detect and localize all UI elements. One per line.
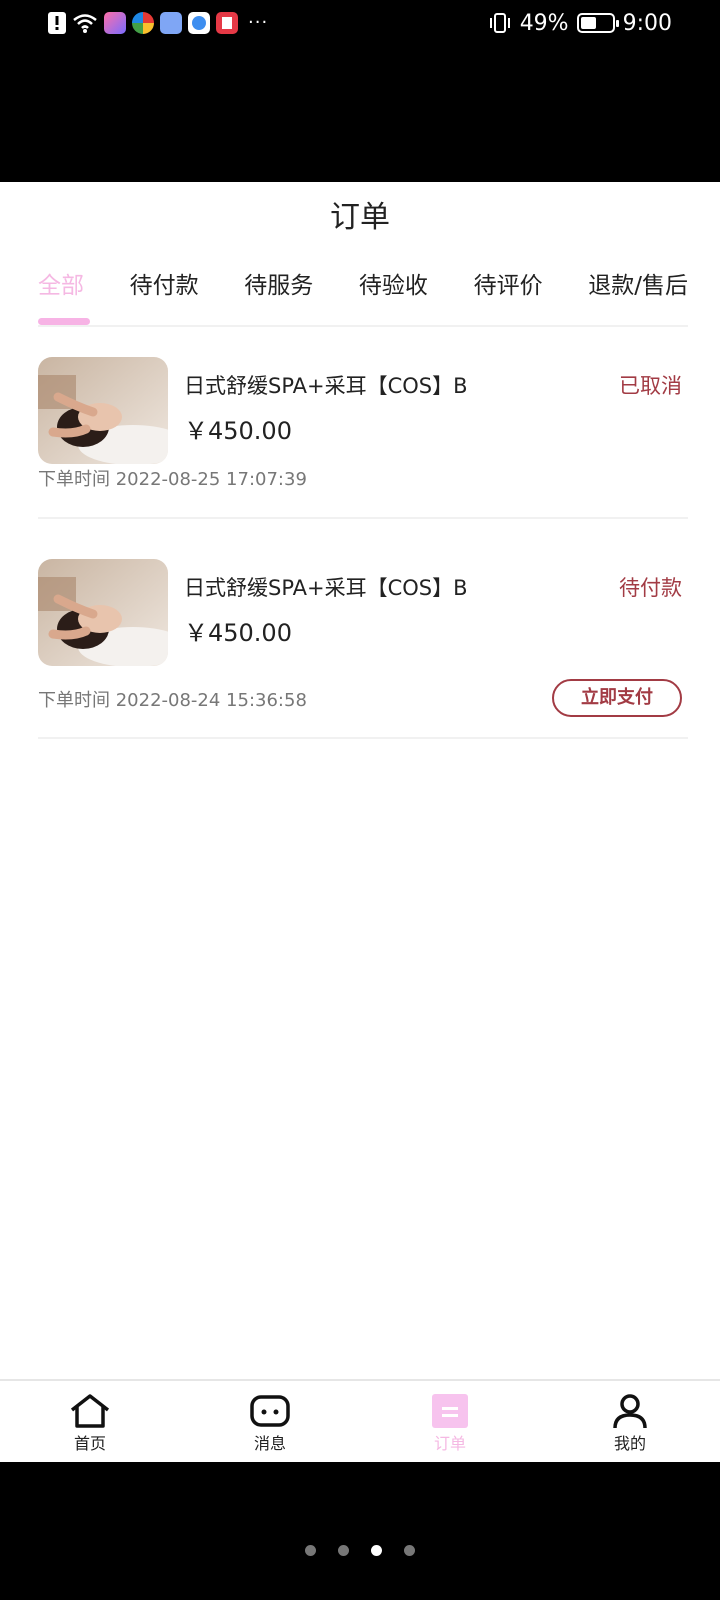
page-dot[interactable] [338, 1545, 349, 1556]
tab-refund-aftersales[interactable]: 退款/售后 [588, 266, 688, 306]
nav-profile-label: 我的 [613, 1434, 646, 1453]
battery-icon [576, 13, 619, 33]
bottom-nav: 首页 消息 订单 我的 [0, 1379, 720, 1462]
tabs-divider [38, 325, 688, 327]
message-icon [248, 1393, 292, 1429]
nav-home-label: 首页 [73, 1434, 106, 1453]
alert-icon [48, 12, 66, 34]
more-notifications: ··· [248, 12, 269, 33]
pay-now-button[interactable]: 立即支付 [552, 679, 682, 717]
app-icon-3 [160, 12, 182, 34]
nav-orders[interactable]: 订单 [360, 1381, 540, 1462]
order-service-name: 日式舒缓SPA+采耳【COS】B [184, 576, 468, 600]
tab-pending-review[interactable]: 待评价 [474, 266, 543, 306]
orders-screen: 订单 全部 待付款 待服务 待验收 待评价 退款/售后 日式舒缓SPA+采耳【C… [0, 182, 720, 1462]
nav-home[interactable]: 首页 [0, 1381, 180, 1462]
nav-orders-label: 订单 [433, 1434, 466, 1453]
order-status: 已取消 [619, 374, 682, 398]
nav-messages-label: 消息 [253, 1434, 286, 1453]
battery-percent: 49% [519, 10, 569, 36]
battery-fill [580, 17, 596, 29]
page-dot[interactable] [305, 1545, 316, 1556]
order-service-name: 日式舒缓SPA+采耳【COS】B [184, 374, 468, 398]
orders-icon [428, 1393, 472, 1429]
clock: 9:00 [622, 10, 672, 36]
order-price: ￥450.00 [184, 417, 292, 445]
tab-pending-payment[interactable]: 待付款 [130, 266, 199, 306]
page-indicator [0, 1545, 720, 1559]
order-thumbnail [38, 357, 168, 464]
order-status: 待付款 [619, 576, 682, 600]
order-divider [38, 517, 688, 519]
nav-messages[interactable]: 消息 [180, 1381, 360, 1462]
status-bar: ··· 49% 9:00 [0, 0, 720, 46]
app-icon-2 [132, 12, 154, 34]
app-icon-5 [216, 12, 238, 34]
system-status: 49% 9:00 [488, 9, 672, 37]
notification-icons: ··· [48, 10, 268, 36]
app-icon-4 [188, 12, 210, 34]
order-card[interactable]: 日式舒缓SPA+采耳【COS】B 已取消 ￥450.00 下单时间 2022-0… [38, 357, 688, 525]
order-card[interactable]: 日式舒缓SPA+采耳【COS】B 待付款 ￥450.00 立即支付 下单时间 2… [38, 559, 688, 749]
order-price: ￥450.00 [184, 619, 292, 647]
page-dot[interactable] [404, 1545, 415, 1556]
order-time: 下单时间 2022-08-25 17:07:39 [38, 469, 307, 490]
order-tabs: 全部 待付款 待服务 待验收 待评价 退款/售后 [38, 266, 688, 306]
tab-pending-service[interactable]: 待服务 [244, 266, 313, 306]
vibrate-icon [488, 12, 512, 34]
wifi-icon [72, 12, 98, 34]
app-icon-1 [104, 12, 126, 34]
active-tab-indicator [38, 318, 90, 325]
profile-icon [608, 1393, 652, 1429]
nav-profile[interactable]: 我的 [540, 1381, 720, 1462]
tab-all[interactable]: 全部 [38, 266, 84, 306]
home-icon [68, 1393, 112, 1429]
order-divider [38, 737, 688, 739]
order-thumbnail [38, 559, 168, 666]
tab-pending-acceptance[interactable]: 待验收 [359, 266, 428, 306]
page-title: 订单 [330, 200, 390, 235]
order-time: 下单时间 2022-08-24 15:36:58 [38, 690, 307, 711]
page-dot-active[interactable] [371, 1545, 382, 1556]
